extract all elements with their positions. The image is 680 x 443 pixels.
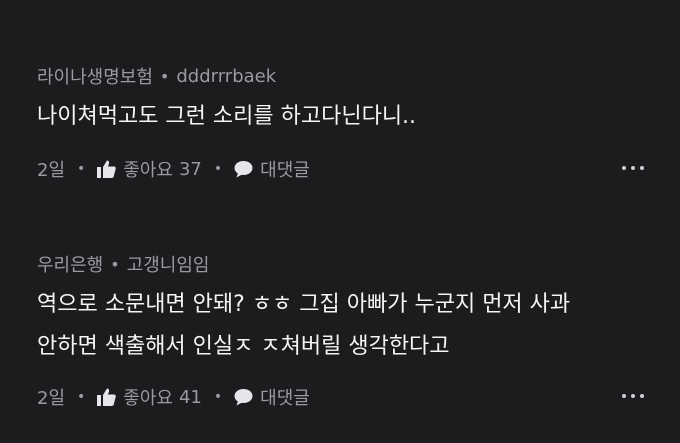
action-separator: • <box>213 389 223 405</box>
username[interactable]: 고갱니임임 <box>127 251 210 277</box>
action-separator: • <box>213 161 223 177</box>
action-separator: • <box>77 389 86 405</box>
company-name[interactable]: 라이나생명보험 <box>37 63 153 89</box>
meta-separator: • <box>159 66 170 86</box>
more-options-button[interactable] <box>622 384 644 408</box>
reply-button[interactable]: 대댓글 <box>234 384 310 410</box>
comment-text: 나이쳐먹고도 그런 소리를 하고다닌다니.. <box>37 96 658 138</box>
action-separator: • <box>77 161 86 177</box>
like-button[interactable]: 좋아요 41 <box>97 384 202 410</box>
comment-text: 역으로 소문내면 안돼? ㅎㅎ 그집 아빠가 누군지 먼저 사과 안하면 색출해… <box>37 284 658 368</box>
more-dots-icon <box>631 166 635 170</box>
more-dots-icon <box>640 166 644 170</box>
comment-item: 우리은행 • 고갱니임임 역으로 소문내면 안돼? ㅎㅎ 그집 아빠가 누군지 … <box>37 250 658 412</box>
thumbs-up-icon <box>97 160 117 178</box>
comment-meta: 라이나생명보험 • dddrrrbaek <box>37 62 658 90</box>
reply-label: 대댓글 <box>260 160 310 181</box>
like-count: 41 <box>178 386 202 408</box>
more-dots-icon <box>622 166 626 170</box>
company-name[interactable]: 우리은행 <box>37 251 103 277</box>
speech-bubble-icon <box>234 389 253 406</box>
more-dots-icon <box>622 394 626 398</box>
like-label: 좋아요 <box>123 160 173 181</box>
like-count: 37 <box>178 158 202 180</box>
comment-actions: 2일 • 좋아요 37 • 대댓글 <box>37 154 658 184</box>
reply-label: 대댓글 <box>260 388 310 409</box>
comment-time: 2일 <box>37 160 66 181</box>
speech-bubble-icon <box>234 161 253 178</box>
meta-separator: • <box>110 254 120 274</box>
reply-button[interactable]: 대댓글 <box>234 156 310 182</box>
like-button[interactable]: 좋아요 37 <box>97 156 202 182</box>
comment-item: 라이나생명보험 • dddrrrbaek 나이쳐먹고도 그런 소리를 하고다닌다… <box>37 62 658 184</box>
comment-meta: 우리은행 • 고갱니임임 <box>37 250 658 278</box>
more-dots-icon <box>640 394 644 398</box>
comment-line: 나이쳐먹고도 그런 소리를 하고다닌다니.. <box>37 104 417 129</box>
more-dots-icon <box>631 394 635 398</box>
comment-actions: 2일 • 좋아요 41 • 대댓글 <box>37 382 658 412</box>
comment-line: 안하면 색출해서 인실ㅈ ㅈ쳐버릴 생각한다고 <box>37 334 450 359</box>
comment-time: 2일 <box>37 388 66 409</box>
like-label: 좋아요 <box>123 388 173 409</box>
username[interactable]: dddrrrbaek <box>176 66 276 87</box>
more-options-button[interactable] <box>622 156 644 180</box>
thumbs-up-icon <box>97 388 117 406</box>
comment-line: 역으로 소문내면 안돼? ㅎㅎ 그집 아빠가 누군지 먼저 사과 <box>37 292 571 317</box>
